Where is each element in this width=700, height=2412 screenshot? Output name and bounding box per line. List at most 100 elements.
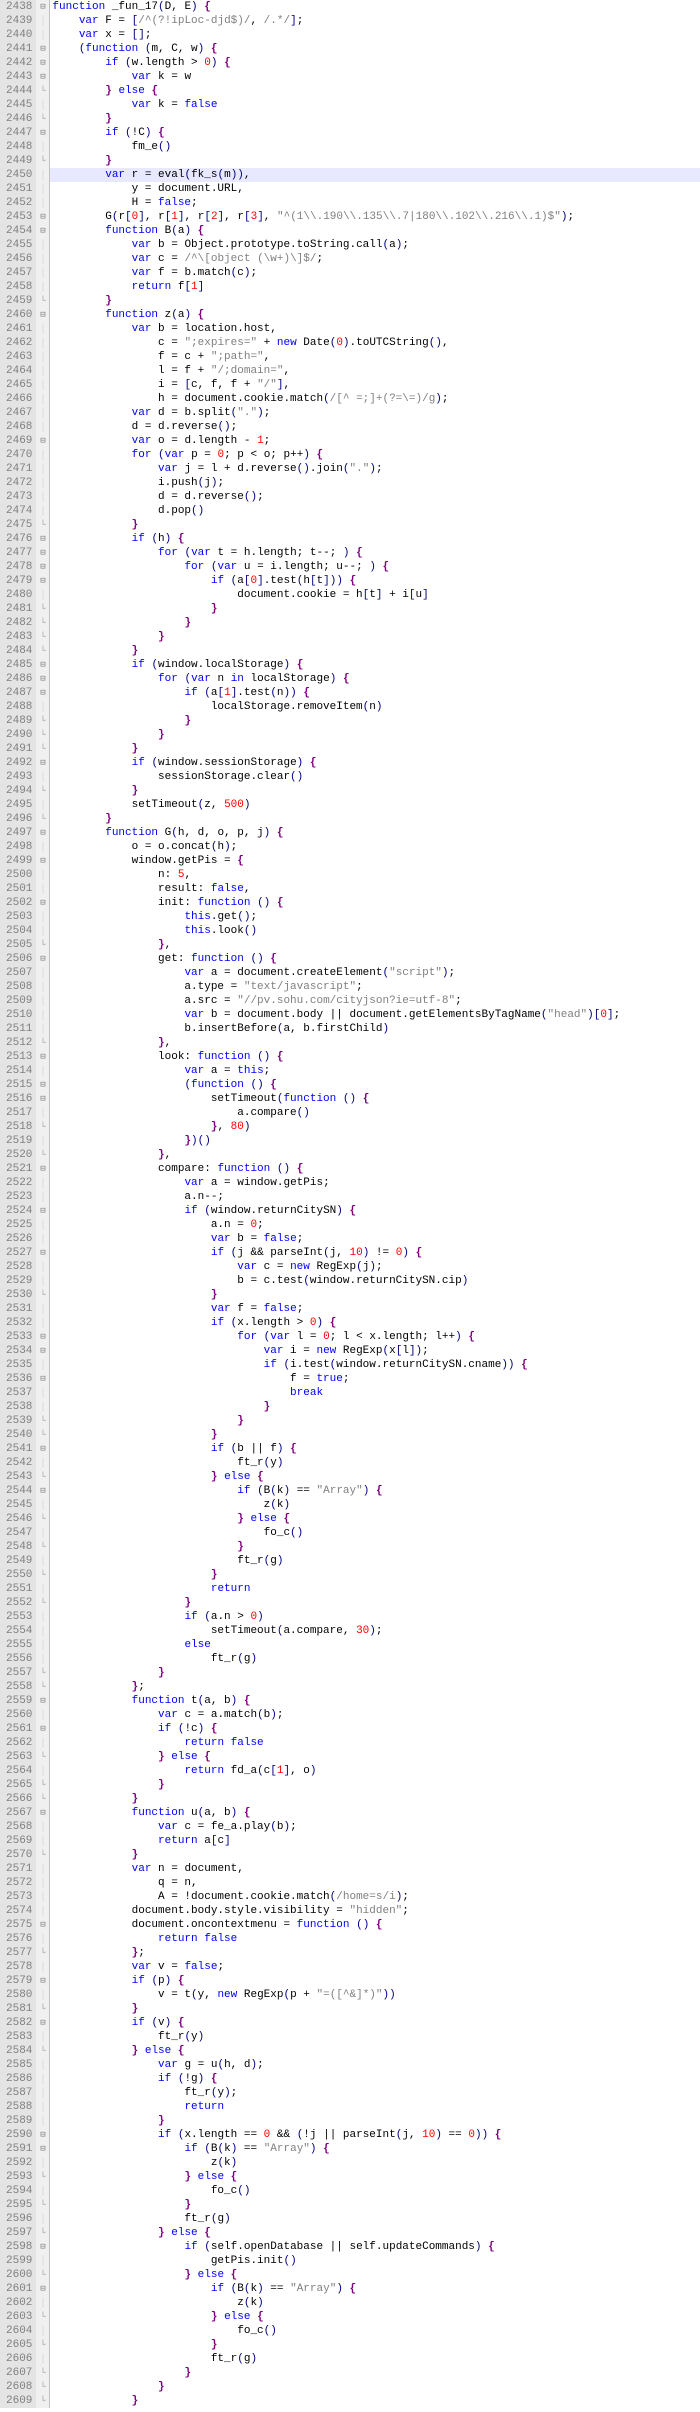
code-line[interactable]: function t(a, b) { xyxy=(50,1694,700,1708)
code-line[interactable]: v = t(y, new RegExp(p + "=([^&]*)")) xyxy=(50,1988,700,2002)
fold-marker[interactable]: ⊟ xyxy=(36,952,49,966)
fold-marker[interactable]: ⊟ xyxy=(36,0,49,14)
code-line[interactable]: return fd_a(c[1], o) xyxy=(50,1764,700,1778)
fold-marker[interactable]: └ xyxy=(36,1792,49,1806)
code-line[interactable]: var b = false; xyxy=(50,1232,700,1246)
fold-marker[interactable]: └ xyxy=(36,2394,49,2408)
fold-marker[interactable]: ⊟ xyxy=(36,686,49,700)
fold-marker[interactable]: │ xyxy=(36,2030,49,2044)
fold-marker[interactable]: └ xyxy=(36,812,49,826)
code-line[interactable]: a.type = "text/javascript"; xyxy=(50,980,700,994)
fold-marker[interactable]: │ xyxy=(36,2114,49,2128)
fold-marker[interactable]: ⊟ xyxy=(36,672,49,686)
code-line[interactable]: for (var p = 0; p < o; p++) { xyxy=(50,448,700,462)
fold-marker[interactable]: │ xyxy=(36,1932,49,1946)
code-line[interactable]: if (a[0].test(h[t])) { xyxy=(50,574,700,588)
code-line[interactable]: var k = w xyxy=(50,70,700,84)
fold-marker[interactable]: │ xyxy=(36,2184,49,2198)
code-line[interactable]: init: function () { xyxy=(50,896,700,910)
code-line[interactable]: var i = new RegExp(x[l]); xyxy=(50,1344,700,1358)
code-line[interactable]: (function () { xyxy=(50,1078,700,1092)
fold-marker[interactable]: ⊟ xyxy=(36,42,49,56)
code-line[interactable]: function G(h, d, o, p, j) { xyxy=(50,826,700,840)
fold-marker[interactable]: └ xyxy=(36,1848,49,1862)
fold-marker[interactable]: │ xyxy=(36,504,49,518)
code-line[interactable]: function z(a) { xyxy=(50,308,700,322)
code-line[interactable]: var F = [/^(?!ipLoc-djd$)/, /.*/]; xyxy=(50,14,700,28)
fold-marker[interactable]: └ xyxy=(36,2002,49,2016)
code-line[interactable]: } xyxy=(50,728,700,742)
code-line[interactable]: d.pop() xyxy=(50,504,700,518)
fold-marker[interactable]: │ xyxy=(36,1904,49,1918)
code-line[interactable]: c = ";expires=" + new Date(0).toUTCStrin… xyxy=(50,336,700,350)
code-line[interactable]: } xyxy=(50,2338,700,2352)
fold-marker[interactable]: │ xyxy=(36,238,49,252)
code-line[interactable]: } else { xyxy=(50,84,700,98)
code-area[interactable]: function _fun_17(D, E) { var F = [/^(?!i… xyxy=(50,0,700,2408)
code-line[interactable]: var b = document.body || document.getEle… xyxy=(50,1008,700,1022)
code-line[interactable]: if (B(k) == "Array") { xyxy=(50,1484,700,1498)
code-line[interactable]: y = document.URL, xyxy=(50,182,700,196)
code-line[interactable]: var a = this; xyxy=(50,1064,700,1078)
code-line[interactable]: setTimeout(function () { xyxy=(50,1092,700,1106)
code-line[interactable]: f = true; xyxy=(50,1372,700,1386)
fold-marker[interactable]: └ xyxy=(36,742,49,756)
code-line[interactable]: } xyxy=(50,1400,700,1414)
code-line[interactable]: } xyxy=(50,2380,700,2394)
code-line[interactable]: var b = location.host, xyxy=(50,322,700,336)
fold-marker[interactable]: └ xyxy=(36,714,49,728)
fold-marker[interactable]: │ xyxy=(36,1456,49,1470)
code-line[interactable]: } xyxy=(50,812,700,826)
fold-marker[interactable]: │ xyxy=(36,1008,49,1022)
code-line[interactable]: var a = window.getPis; xyxy=(50,1176,700,1190)
fold-marker[interactable]: │ xyxy=(36,2100,49,2114)
code-line[interactable]: if (self.openDatabase || self.updateComm… xyxy=(50,2240,700,2254)
code-line[interactable]: if (!g) { xyxy=(50,2072,700,2086)
code-line[interactable]: if (h) { xyxy=(50,532,700,546)
fold-marker[interactable]: ⊟ xyxy=(36,560,49,574)
code-line[interactable]: compare: function () { xyxy=(50,1162,700,1176)
code-line[interactable]: }; xyxy=(50,1946,700,1960)
code-line[interactable]: } xyxy=(50,644,700,658)
code-line[interactable]: break xyxy=(50,1386,700,1400)
code-line[interactable]: ft_r(g) xyxy=(50,1554,700,1568)
fold-marker[interactable]: ⊟ xyxy=(36,126,49,140)
fold-marker[interactable]: │ xyxy=(36,280,49,294)
fold-marker[interactable]: └ xyxy=(36,112,49,126)
code-line[interactable]: for (var u = i.length; u--; ) { xyxy=(50,560,700,574)
code-line[interactable]: if (B(k) == "Array") { xyxy=(50,2282,700,2296)
code-line[interactable]: })() xyxy=(50,1134,700,1148)
fold-marker[interactable]: ⊟ xyxy=(36,532,49,546)
code-line[interactable]: if (a.n > 0) xyxy=(50,1610,700,1624)
code-line[interactable]: } xyxy=(50,2394,700,2408)
fold-marker[interactable]: └ xyxy=(36,2198,49,2212)
code-line[interactable]: } xyxy=(50,1568,700,1582)
code-line[interactable]: ft_r(g) xyxy=(50,2352,700,2366)
code-line[interactable]: z(k) xyxy=(50,2296,700,2310)
fold-marker[interactable]: └ xyxy=(36,784,49,798)
fold-marker[interactable]: └ xyxy=(36,2366,49,2380)
code-line[interactable]: return xyxy=(50,1582,700,1596)
fold-marker[interactable]: │ xyxy=(36,1218,49,1232)
fold-marker[interactable]: │ xyxy=(36,1316,49,1330)
code-line[interactable]: var x = []; xyxy=(50,28,700,42)
fold-marker[interactable]: └ xyxy=(36,1120,49,1134)
fold-marker[interactable]: ⊟ xyxy=(36,1330,49,1344)
fold-marker[interactable]: └ xyxy=(36,644,49,658)
fold-marker[interactable]: │ xyxy=(36,1386,49,1400)
code-line[interactable]: f = c + ";path=", xyxy=(50,350,700,364)
code-line[interactable]: var d = b.split("."); xyxy=(50,406,700,420)
code-line[interactable]: if (j && parseInt(j, 10) != 0) { xyxy=(50,1246,700,1260)
code-line[interactable]: a.compare() xyxy=(50,1106,700,1120)
fold-marker[interactable]: ⊟ xyxy=(36,1050,49,1064)
fold-marker[interactable]: │ xyxy=(36,448,49,462)
fold-marker[interactable]: │ xyxy=(36,910,49,924)
code-line[interactable]: this.look() xyxy=(50,924,700,938)
fold-marker[interactable]: │ xyxy=(36,2058,49,2072)
fold-marker[interactable]: │ xyxy=(36,1610,49,1624)
fold-marker[interactable]: ⊟ xyxy=(36,1162,49,1176)
code-line[interactable]: h = document.cookie.match(/[^ =;]+(?=\=)… xyxy=(50,392,700,406)
code-line[interactable]: A = !document.cookie.match(/home=s/i); xyxy=(50,1890,700,1904)
code-line[interactable]: var g = u(h, d); xyxy=(50,2058,700,2072)
fold-marker[interactable]: └ xyxy=(36,1036,49,1050)
